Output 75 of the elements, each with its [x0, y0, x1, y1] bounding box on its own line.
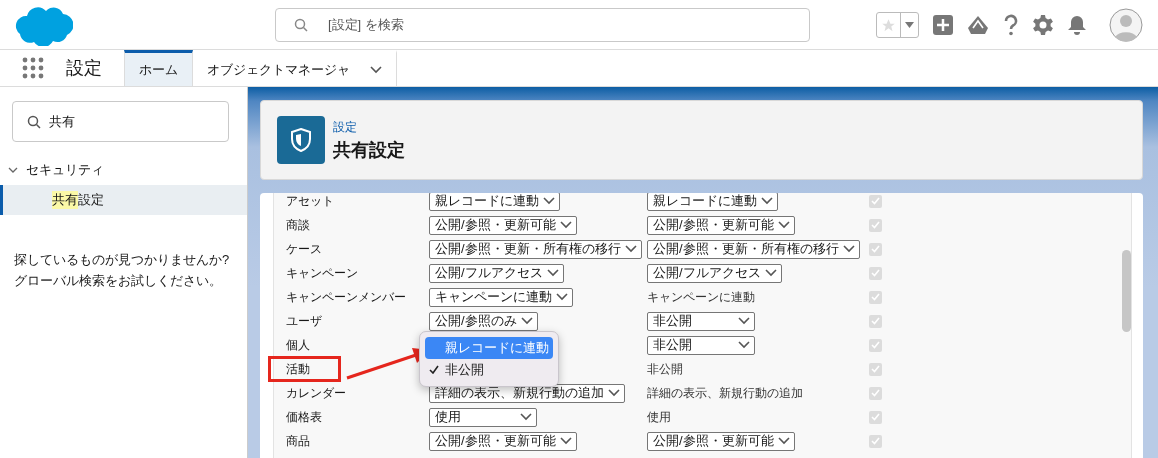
object-label: アセット: [286, 193, 334, 209]
search-value: 共有: [49, 112, 75, 131]
chevron-down-icon: [761, 197, 773, 205]
app-launcher-icon[interactable]: [22, 57, 44, 79]
chevron-down-icon: [777, 437, 790, 445]
object-label: ケース: [286, 241, 322, 257]
object-label: ユーザ: [286, 313, 322, 329]
chevron-down-icon: [559, 437, 572, 445]
access-dropdown[interactable]: 親レコードに連動: [647, 193, 778, 211]
access-dropdown[interactable]: 公開/参照・更新・所有権の移行: [647, 239, 860, 259]
app-name: 設定: [66, 57, 102, 80]
tree-item[interactable]: 共有設定: [0, 185, 247, 215]
access-dropdown[interactable]: 公開/フルアクセス: [647, 263, 782, 283]
mountain-icon[interactable]: [967, 15, 989, 35]
access-dropdown[interactable]: キャンペーンに連動: [429, 287, 573, 307]
access-dropdown[interactable]: 非公開: [647, 335, 755, 355]
access-dropdown[interactable]: 非公開: [647, 311, 755, 331]
object-label: カレンダー: [286, 385, 346, 401]
star-icon: [881, 17, 896, 33]
access-text: 使用: [647, 410, 671, 423]
access-dropdown[interactable]: 使用: [429, 407, 537, 427]
shield-icon: [277, 116, 325, 164]
menu-option[interactable]: 非公開: [425, 359, 553, 381]
access-dropdown[interactable]: 公開/参照・更新・所有権の移行: [429, 239, 642, 259]
chevron-down-icon: [546, 269, 559, 277]
object-label: 活動: [286, 361, 310, 377]
search-icon: [27, 114, 41, 129]
scrollbar-thumb[interactable]: [1122, 250, 1131, 332]
avatar-icon[interactable]: [1109, 8, 1143, 42]
add-icon[interactable]: [933, 15, 953, 35]
object-label: 商談: [286, 217, 310, 233]
chevron-down-icon: [543, 197, 555, 205]
favorites-button[interactable]: [876, 12, 919, 38]
access-dropdown[interactable]: 親レコードに連動: [429, 193, 560, 211]
chevron-down-icon: [608, 389, 620, 397]
chevron-down-icon: [520, 317, 533, 325]
object-label: 個人: [286, 337, 310, 353]
menu-option[interactable]: 親レコードに連動: [425, 337, 553, 359]
chevron-down-icon: [738, 317, 750, 325]
chevron-down-icon: [738, 341, 750, 349]
access-dropdown[interactable]: 公開/参照・更新可能: [647, 215, 795, 235]
search-placeholder: [設定] を検索: [328, 16, 404, 34]
object-label: 価格表: [286, 409, 322, 425]
settings-icon[interactable]: [1033, 15, 1053, 35]
chevron-down-icon: [559, 221, 572, 229]
access-dropdown[interactable]: 公開/参照・更新可能: [429, 215, 577, 235]
chevron-down-icon: [624, 245, 637, 253]
object-label: 商品: [286, 433, 310, 449]
access-text: キャンペーンに連動: [647, 290, 755, 303]
breadcrumb-link[interactable]: 設定: [333, 118, 405, 136]
chevron-down-icon: [520, 413, 532, 421]
notification-bell-icon[interactable]: [1067, 15, 1087, 35]
caret-down-icon: [905, 22, 914, 28]
search-icon: [294, 18, 308, 32]
object-label: キャンペーン: [286, 265, 358, 281]
chevron-down-icon: [842, 245, 855, 253]
access-dropdown[interactable]: 公開/参照のみ: [429, 311, 538, 331]
access-dropdown[interactable]: 公開/参照・更新可能: [429, 431, 577, 451]
chevron-down-icon[interactable]: [8, 165, 18, 175]
chevron-down-icon: [556, 293, 568, 301]
help-text: 探しているものが見つかりませんか? グローバル検索をお試しください。: [14, 251, 231, 290]
chevron-down-icon: [764, 269, 777, 277]
page-title: 共有設定: [333, 138, 405, 162]
access-dropdown[interactable]: 公開/参照・更新可能: [647, 431, 795, 451]
access-text: 詳細の表示、新規行動の追加: [647, 386, 803, 399]
nav-tab[interactable]: ホーム: [124, 50, 193, 86]
help-icon[interactable]: [1003, 14, 1019, 36]
tree-item[interactable]: セキュリティ: [26, 161, 104, 179]
cloud-logo[interactable]: [13, 4, 73, 46]
access-text: 非公開: [647, 362, 683, 375]
search-field[interactable]: [設定] を検索: [275, 8, 810, 42]
chevron-down-icon: [777, 221, 790, 229]
access-dropdown[interactable]: 公開/フルアクセス: [429, 263, 564, 283]
object-label: キャンペーンメンバー: [286, 289, 406, 305]
search-field[interactable]: 共有: [12, 101, 229, 142]
